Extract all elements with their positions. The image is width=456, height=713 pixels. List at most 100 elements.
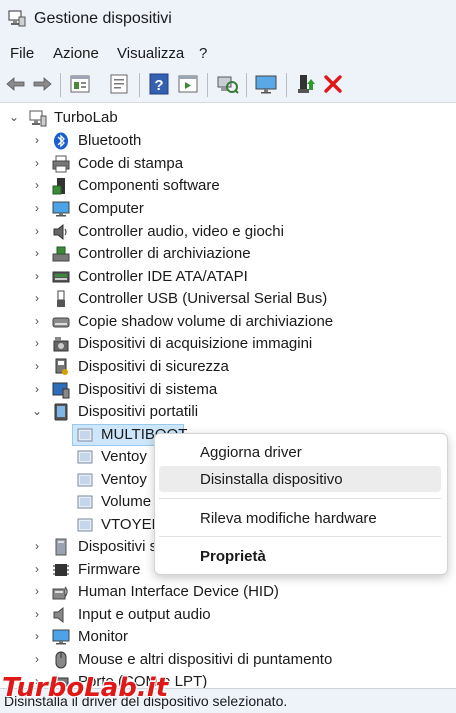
tree-subitem-label: Ventoy <box>101 448 147 465</box>
chevron-right-icon[interactable]: › <box>31 382 43 396</box>
svg-text:?: ? <box>154 77 163 94</box>
tree-item-sicurezza[interactable]: › Dispositivi di sicurezza <box>0 356 456 378</box>
chevron-right-icon[interactable]: › <box>31 224 43 238</box>
chevron-right-icon[interactable]: › <box>31 336 43 350</box>
forward-icon[interactable] <box>30 72 54 96</box>
computer-icon <box>29 110 47 127</box>
menu-help[interactable]: ? <box>199 45 207 62</box>
chevron-right-icon[interactable]: › <box>31 246 43 260</box>
tree-item-computer[interactable]: › Computer <box>0 198 456 220</box>
speaker-icon <box>53 606 64 624</box>
drive-icon <box>52 317 70 328</box>
software-component-icon <box>52 178 65 195</box>
toolbar-separator <box>139 73 140 97</box>
back-icon[interactable] <box>4 72 28 96</box>
usb-icon <box>57 290 65 307</box>
tree-item-copie-shadow[interactable]: › Copie shadow volume di archiviazione <box>0 311 456 333</box>
menu-visualizza[interactable]: Visualizza <box>117 45 184 62</box>
tree-item-label: Controller USB (Universal Serial Bus) <box>78 290 328 307</box>
monitor-icon[interactable] <box>254 72 278 96</box>
tree-item-label: Dispositivi di acquisizione immagini <box>78 335 313 352</box>
chevron-right-icon[interactable]: › <box>31 291 43 305</box>
help-icon[interactable]: ? <box>147 72 171 96</box>
properties-panel-icon[interactable] <box>68 72 92 96</box>
tree-item-bluetooth[interactable]: › Bluetooth <box>0 130 456 152</box>
speaker-icon <box>53 223 67 241</box>
tree-item-hid[interactable]: › Human Interface Device (HID) <box>0 581 456 603</box>
chevron-right-icon[interactable]: › <box>31 539 43 553</box>
tree-item-label: Firmware <box>78 561 141 578</box>
bluetooth-icon <box>54 132 68 150</box>
tree-item-label: Controller audio, video e giochi <box>78 223 284 240</box>
chevron-down-icon[interactable]: ⌄ <box>8 110 20 124</box>
window-title: Gestione dispositivi <box>34 10 172 27</box>
enable-device-icon[interactable] <box>294 72 318 96</box>
storage-controller-icon <box>52 246 70 262</box>
tree-item-componenti-software[interactable]: › Componenti software <box>0 175 456 197</box>
tree-item-code-di-stampa[interactable]: › Code di stampa <box>0 153 456 175</box>
tree-item-label: Monitor <box>78 628 129 645</box>
tree-item-label: Dispositivi di sistema <box>78 381 218 398</box>
menu-separator <box>159 498 441 499</box>
tree-root[interactable]: ⌄ TurboLab <box>0 107 456 129</box>
menu-separator <box>159 536 441 537</box>
portable-device-icon <box>77 518 93 532</box>
menu-azione[interactable]: Azione <box>53 45 99 62</box>
menu-item-disinstalla-dispositivo[interactable]: Disinstalla dispositivo <box>159 466 441 492</box>
scan-hardware-icon[interactable] <box>215 72 239 96</box>
toolbar-separator <box>60 73 61 97</box>
chevron-right-icon[interactable]: › <box>31 562 43 576</box>
firmware-chip-icon <box>53 564 69 576</box>
menu-item-aggiorna-driver[interactable]: Aggiorna driver <box>159 439 441 465</box>
tree-item-label: Computer <box>78 200 144 217</box>
chevron-right-icon[interactable]: › <box>31 652 43 666</box>
chevron-right-icon[interactable]: › <box>31 201 43 215</box>
uninstall-x-icon[interactable] <box>321 72 345 96</box>
tree-item-label: Copie shadow volume di archiviazione <box>78 313 334 330</box>
tree-item-controller-archiviazione[interactable]: › Controller di archiviazione <box>0 243 456 265</box>
chevron-right-icon[interactable]: › <box>31 269 43 283</box>
toolbar-separator <box>246 73 247 97</box>
context-menu: Aggiorna driver Disinstalla dispositivo … <box>154 433 448 575</box>
chevron-right-icon[interactable]: › <box>31 156 43 170</box>
document-icon[interactable] <box>107 72 131 96</box>
tree-item-mouse[interactable]: › Mouse e altri dispositivi di puntament… <box>0 649 456 671</box>
chevron-right-icon[interactable]: › <box>31 178 43 192</box>
tree-item-controller-usb[interactable]: › Controller USB (Universal Serial Bus) <box>0 288 456 310</box>
tree-subitem-label: Volume <box>101 493 152 510</box>
tree-item-portatili[interactable]: ⌄ Dispositivi portatili <box>0 401 456 423</box>
root-label: TurboLab <box>54 109 118 126</box>
watermark-logo: TurboLab.it <box>2 673 169 703</box>
portable-device-icon <box>77 495 93 509</box>
chevron-right-icon[interactable]: › <box>31 629 43 643</box>
security-device-icon <box>55 358 68 375</box>
view-panel-icon[interactable] <box>176 72 200 96</box>
tree-item-label: Bluetooth <box>78 132 142 149</box>
chevron-down-icon[interactable]: ⌄ <box>31 404 43 418</box>
chevron-right-icon[interactable]: › <box>31 314 43 328</box>
tree-item-sistema[interactable]: › Dispositivi di sistema <box>0 379 456 401</box>
system-device-icon <box>52 382 70 399</box>
device-manager-icon <box>8 10 26 27</box>
tree-item-label: Input e output audio <box>78 606 211 623</box>
camera-icon <box>53 337 69 352</box>
tree-item-label: Componenti software <box>78 177 220 194</box>
tree-item-controller-ide[interactable]: › Controller IDE ATA/ATAPI <box>0 266 456 288</box>
chevron-right-icon[interactable]: › <box>31 133 43 147</box>
chevron-right-icon[interactable]: › <box>31 607 43 621</box>
tree-item-monitor[interactable]: › Monitor <box>0 626 456 648</box>
menu-item-rileva-modifiche[interactable]: Rileva modifiche hardware <box>159 505 441 531</box>
mouse-icon <box>55 651 67 669</box>
tree-item-acquisizione-immagini[interactable]: › Dispositivi di acquisizione immagini <box>0 333 456 355</box>
chevron-right-icon[interactable]: › <box>31 584 43 598</box>
tree-item-input-output-audio[interactable]: › Input e output audio <box>0 604 456 626</box>
monitor-icon <box>52 201 70 217</box>
menu-item-proprieta[interactable]: Proprietà <box>159 543 441 569</box>
tree-item-label: Mouse e altri dispositivi di puntamento <box>78 651 333 668</box>
menu-item-label: Proprietà <box>200 548 266 565</box>
menu-file[interactable]: File <box>10 45 34 62</box>
tree-item-controller-audio[interactable]: › Controller audio, video e giochi <box>0 221 456 243</box>
device-tree: ⌄ TurboLab › Bluetooth › Code di stampa … <box>0 103 456 688</box>
menu-item-label: Disinstalla dispositivo <box>200 471 343 488</box>
chevron-right-icon[interactable]: › <box>31 359 43 373</box>
